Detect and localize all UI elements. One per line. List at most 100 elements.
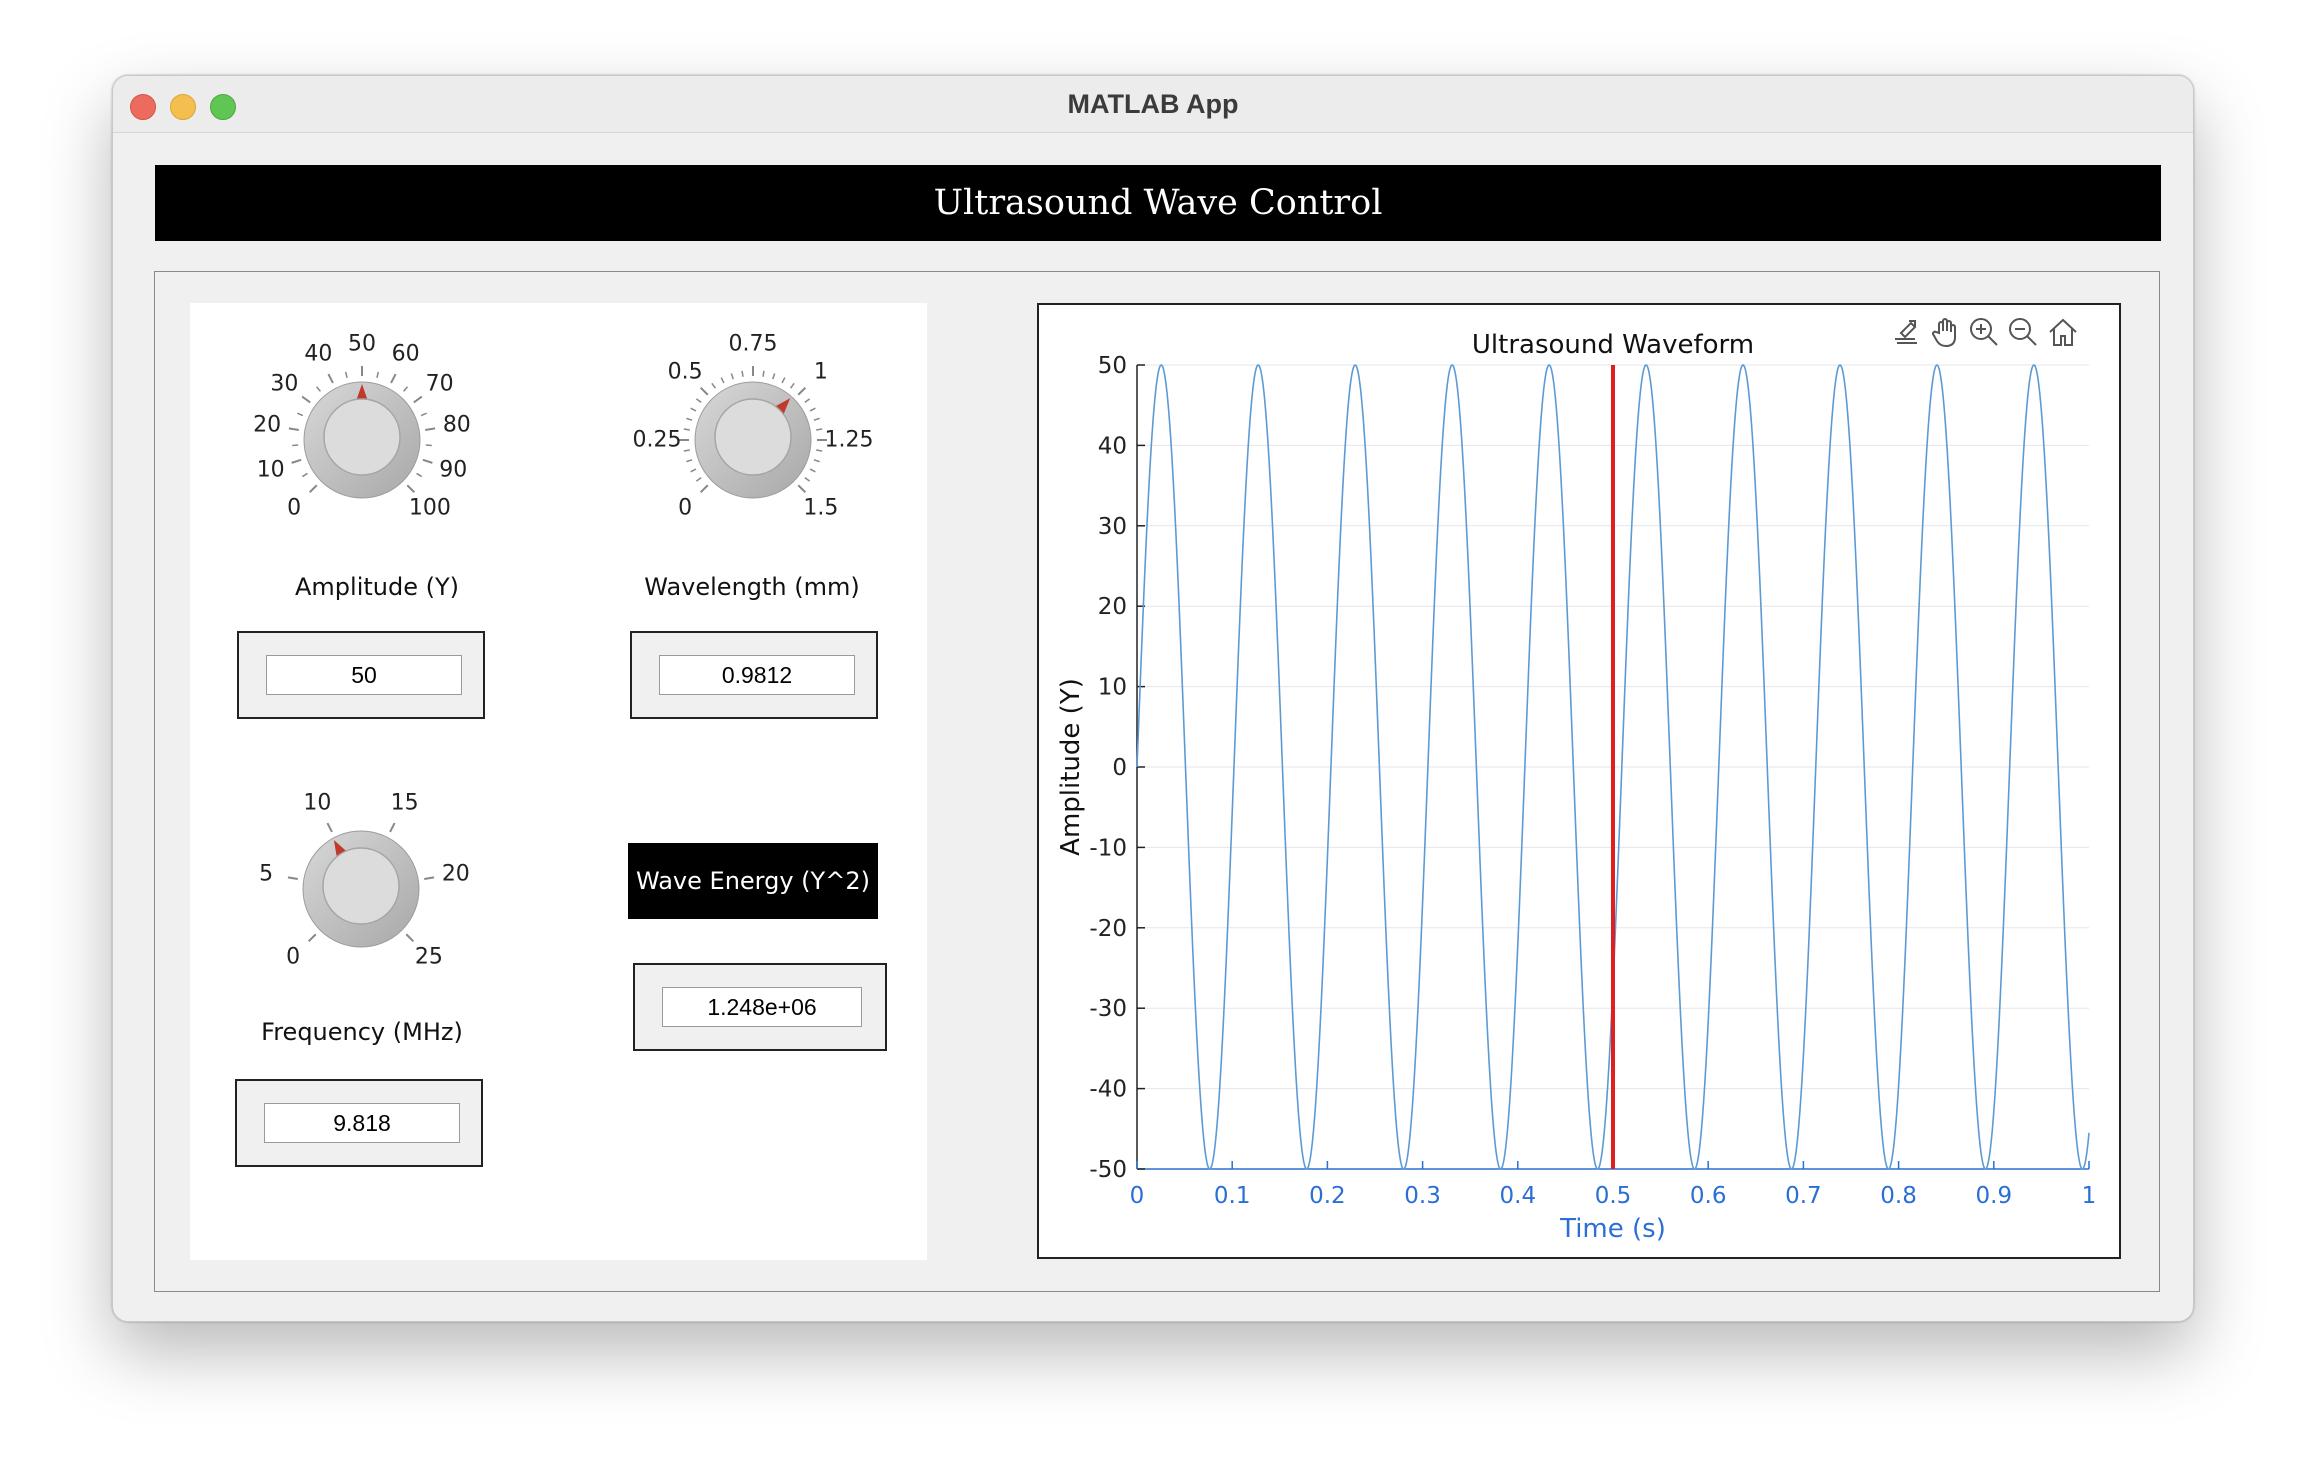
wavelength-value-field[interactable]: 0.9812	[659, 655, 855, 695]
y-tick-label: 20	[1098, 594, 1127, 620]
knob-tick-label: 20	[253, 412, 282, 438]
waveform-chart[interactable]: Ultrasound Waveform50403020100-10-20-30-…	[1039, 305, 2123, 1261]
knob-tick-label: 0	[287, 495, 302, 521]
knob-tick	[326, 822, 333, 833]
knob-tick	[816, 428, 823, 431]
knob-tick-label: 1.25	[824, 427, 874, 453]
knob-tick	[301, 472, 308, 478]
x-tick-label: 0.6	[1690, 1183, 1727, 1209]
knob-tick	[424, 876, 435, 880]
knob-tick	[291, 458, 302, 464]
y-tick-label: -50	[1089, 1157, 1127, 1183]
knob-tick-label: 80	[442, 412, 471, 438]
knob-tick-label: 90	[439, 457, 468, 483]
knob-tick	[416, 472, 423, 478]
knob-tick	[730, 373, 734, 380]
knob-cap[interactable]	[714, 398, 792, 476]
knob-tick-label: 1.5	[803, 495, 839, 521]
title-bar: MATLAB App	[113, 76, 2193, 133]
knob-tick	[301, 395, 311, 404]
y-tick-label: 10	[1098, 675, 1127, 701]
x-tick-label: 0.3	[1404, 1183, 1441, 1209]
knob-tick	[809, 407, 816, 412]
knob-tick	[287, 876, 298, 880]
x-tick-label: 0.1	[1214, 1183, 1251, 1209]
knob-tick	[422, 458, 433, 464]
knob-tick-label: 60	[391, 341, 420, 367]
knob-tick	[686, 459, 693, 463]
home-icon[interactable]	[2046, 315, 2080, 349]
knob-tick-label: 5	[259, 861, 274, 887]
window-title: MATLAB App	[1067, 89, 1239, 119]
knob-tick	[297, 412, 304, 417]
amplitude-knob[interactable]: 0 10 20 30 40 50 60 70 80 90 100	[235, 323, 515, 563]
x-tick-label: 0.5	[1595, 1183, 1632, 1209]
zoom-out-icon[interactable]	[2006, 315, 2040, 349]
knob-tick-label: 0	[286, 944, 301, 970]
knob-tick	[405, 933, 415, 943]
knob-tick	[772, 373, 776, 380]
knob-tick-label: 70	[425, 371, 454, 397]
plot-panel: Ultrasound Waveform 50 40 30 20 10 0 -10 -20 -30-…	[1037, 303, 2121, 1259]
chart-title: Ultrasound Waveform	[1472, 330, 1754, 360]
pan-icon[interactable]	[1929, 315, 1963, 349]
knob-tick	[327, 373, 334, 384]
knob-tick	[376, 371, 380, 378]
y-tick-label: 40	[1098, 433, 1127, 459]
knob-cap[interactable]	[323, 398, 401, 476]
x-tick-label: 0	[1130, 1183, 1145, 1209]
wavelength-knob[interactable]: 0 0.25 0.5 0.75 1 1.25 1.5	[626, 323, 906, 563]
app-window: MATLAB App Ultrasound Wave Control 0 10 20…	[112, 75, 2194, 1322]
frequency-value-field[interactable]: 9.818	[264, 1103, 460, 1143]
knob-cap[interactable]	[322, 847, 400, 925]
x-tick-label: 0.8	[1880, 1183, 1917, 1209]
frequency-knob-label: Frequency (MHz)	[261, 1018, 463, 1046]
knob-tick	[797, 484, 807, 494]
knob-tick	[315, 386, 322, 392]
y-tick-label: 50	[1098, 353, 1127, 379]
knob-tick-label: 50	[348, 331, 376, 357]
x-axis-label: Time (s)	[1559, 1214, 1666, 1244]
knob-tick	[741, 370, 744, 377]
y-tick-label: -20	[1089, 916, 1127, 942]
x-tick-label: 1	[2082, 1183, 2097, 1209]
knob-tick	[813, 459, 820, 463]
amplitude-knob-label: Amplitude (Y)	[294, 573, 460, 601]
knob-tick	[425, 427, 436, 431]
y-axis-label: Amplitude (Y)	[1056, 678, 1086, 856]
knob-tick	[307, 933, 317, 943]
knob-tick-label: 0.25	[632, 427, 682, 453]
frequency-knob[interactable]: 0 5 10 15 20 25	[234, 772, 514, 1012]
wavelength-knob-label: Wavelength (mm)	[644, 573, 860, 601]
knob-tick-label: 0.5	[667, 359, 703, 385]
knob-tick-label: 20	[441, 861, 470, 887]
knob-tick	[809, 468, 816, 473]
knob-tick	[797, 386, 807, 396]
y-tick-label: 30	[1098, 514, 1127, 540]
x-tick-label: 0.2	[1309, 1183, 1346, 1209]
knob-tick	[816, 449, 823, 452]
knob-tick	[389, 822, 396, 833]
knob-tick-label: 15	[390, 790, 419, 816]
x-tick-label: 0.9	[1976, 1183, 2013, 1209]
knob-tick	[406, 484, 416, 494]
knob-tick	[720, 377, 725, 384]
wave-energy-label: Wave Energy (Y^2)	[628, 843, 878, 919]
y-tick-label: -10	[1089, 835, 1127, 861]
y-tick-label: -30	[1089, 996, 1127, 1022]
knob-tick	[695, 477, 702, 482]
app-header: Ultrasound Wave Control	[155, 165, 2161, 241]
knob-tick	[781, 377, 786, 384]
energy-value-field: 1.248e+06	[662, 987, 862, 1027]
main-panel: 0 10 20 30 40 50 60 70 80 90 100 Amplitude (Y) 50 …	[154, 271, 2160, 1292]
y-tick-label: 0	[1112, 755, 1127, 781]
amplitude-value-field[interactable]: 50	[266, 655, 462, 695]
energy-value-box: 1.248e+06	[633, 963, 887, 1051]
knob-tick-label: 100	[408, 495, 451, 521]
zoom-in-icon[interactable]	[1967, 315, 2001, 349]
knob-tick	[699, 386, 709, 396]
export-icon[interactable]	[1889, 315, 1923, 349]
controls-panel: 0 10 20 30 40 50 60 70 80 90 100 Amplitude (Y) 50 …	[190, 303, 927, 1260]
y-tick-label: -40	[1089, 1077, 1127, 1103]
knob-tick	[413, 395, 423, 404]
